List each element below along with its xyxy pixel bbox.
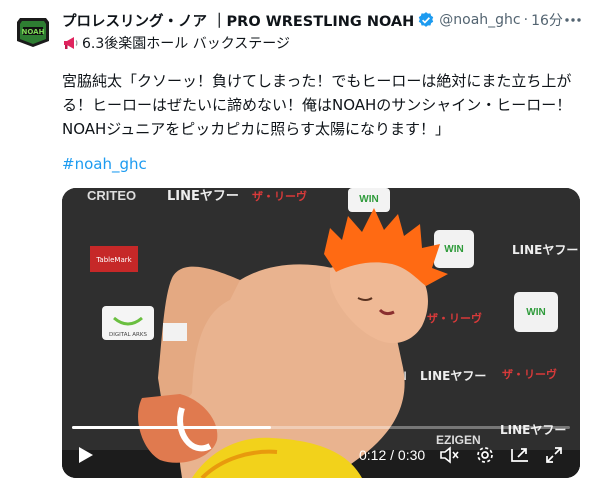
play-icon[interactable] (74, 444, 96, 466)
timestamp[interactable]: 16分 (531, 10, 563, 30)
progress-bar[interactable] (72, 426, 570, 429)
video-player[interactable]: CRITEO LINEヤフー ザ・リーヴ WIN TableMark DIGIT… (62, 188, 580, 478)
more-icon[interactable] (562, 9, 584, 31)
tweet-text: 宮脇純太「クソーッ！負けてしまった！でもヒーローは絶対にまた立ち上が る！ヒーロ… (62, 69, 582, 141)
backdrop-logo: TableMark (95, 256, 132, 264)
tweet-text-line: NOAHジュニアをピッカピカに照らす太陽になります！」 (62, 120, 450, 138)
video-timecode: 0:12 / 0:30 (359, 447, 425, 463)
tweet-text-line: 宮脇純太「クソーッ！負けてしまった！でもヒーローは絶対にまた立ち上が (62, 72, 572, 90)
tweet-header: プロレスリング・ノア ｜PRO WRESTLING NOAH @noah_ghc… (62, 9, 584, 31)
video-frame: CRITEO LINEヤフー ザ・リーヴ WIN TableMark DIGIT… (62, 188, 580, 478)
avatar[interactable]: NOAH (12, 8, 54, 50)
mute-icon[interactable] (438, 444, 460, 466)
current-time: 0:12 (359, 447, 387, 463)
backdrop-logo: ザ・リーヴ (252, 189, 307, 203)
backdrop-logo: CRITEO (87, 188, 136, 203)
fullscreen-icon[interactable] (543, 444, 565, 466)
svg-text:NOAH: NOAH (22, 28, 45, 36)
backdrop-logo: LINEヤフー (167, 189, 239, 204)
settings-icon[interactable] (474, 444, 496, 466)
backdrop-logo: WIN (444, 244, 463, 255)
backdrop-logo: WIN (359, 194, 378, 205)
backdrop-logo: LINEヤフー (420, 369, 486, 383)
wrist-tape (163, 323, 187, 341)
backdrop-logo: ザ・リーヴ (427, 311, 482, 325)
handle[interactable]: @noah_ghc (439, 12, 520, 28)
pip-icon[interactable] (509, 444, 531, 466)
progress-fill (72, 426, 272, 429)
display-name[interactable]: プロレスリング・ノア ｜PRO WRESTLING NOAH (62, 10, 414, 31)
duration: 0:30 (397, 447, 426, 463)
verified-badge-icon (417, 11, 435, 29)
backdrop-logo: DIGITAL ARKS (109, 332, 147, 338)
subline-text: 6.3後楽園ホール バックステージ (82, 36, 291, 52)
megaphone-icon (62, 35, 80, 51)
hashtag-link[interactable]: #noah_ghc (62, 155, 147, 173)
backdrop-logo: ザ・リーヴ (502, 367, 557, 381)
separator-dot: · (523, 12, 529, 28)
time-separator: / (386, 447, 398, 463)
backdrop-logo: LINEヤフー (512, 243, 578, 257)
video-controls: 0:12 / 0:30 (62, 440, 580, 470)
tweet-text-line: る！ヒーローはぜたいに諦めない！俺はNOAHのサンシャイン・ヒーロー！ (62, 96, 572, 114)
tweet-subline: 6.3後楽園ホール バックステージ (62, 33, 290, 53)
noah-logo-icon: NOAH (17, 18, 49, 47)
backdrop-logo: WIN (526, 307, 545, 318)
